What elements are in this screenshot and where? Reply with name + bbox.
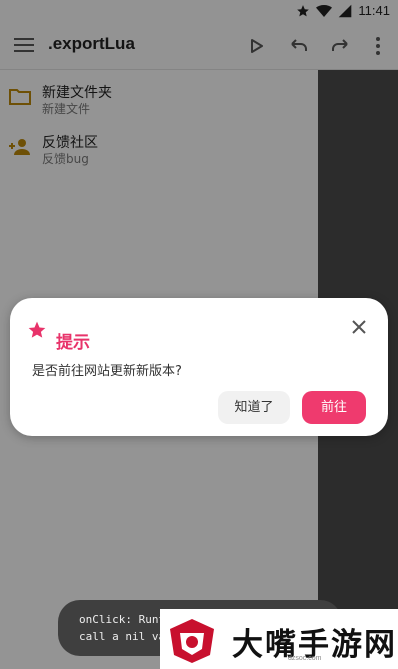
toast-line: onClick: Runti: [79, 613, 172, 626]
watermark-logo: [166, 615, 218, 667]
dismiss-button[interactable]: 知道了: [218, 391, 290, 424]
star-icon: [27, 320, 47, 340]
dialog-message: 是否前往网站更新新版本?: [32, 364, 182, 379]
close-icon[interactable]: [350, 318, 368, 336]
dialog-title: 提示: [56, 333, 90, 353]
go-button[interactable]: 前往: [302, 391, 366, 424]
update-dialog: 提示 是否前往网站更新新版本? 知道了 前往: [10, 298, 388, 436]
watermark-url: dzsoc.com: [288, 655, 322, 662]
watermark-banner: 大嘴手游网 dzsoc.com: [160, 609, 398, 669]
